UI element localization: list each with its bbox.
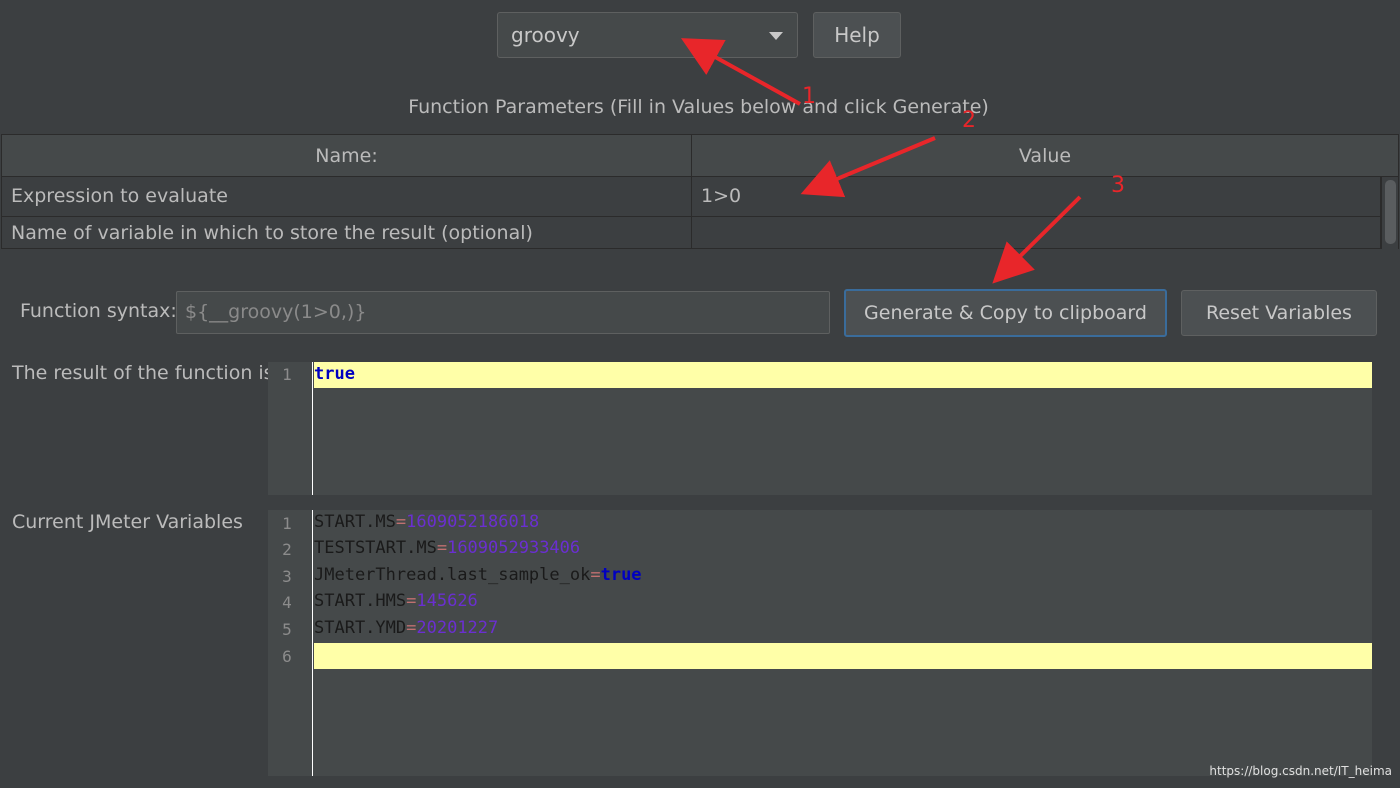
annotation-number: 1 [802, 84, 816, 109]
annotation-number: 3 [1111, 173, 1125, 198]
arrow-2 [800, 136, 936, 198]
arrow-1 [681, 38, 801, 106]
annotation-number: 2 [962, 108, 976, 133]
arrow-3 [992, 195, 1082, 284]
watermark-text: https://blog.csdn.net/IT_heima [1209, 764, 1392, 778]
annotation-arrows [681, 38, 1082, 284]
